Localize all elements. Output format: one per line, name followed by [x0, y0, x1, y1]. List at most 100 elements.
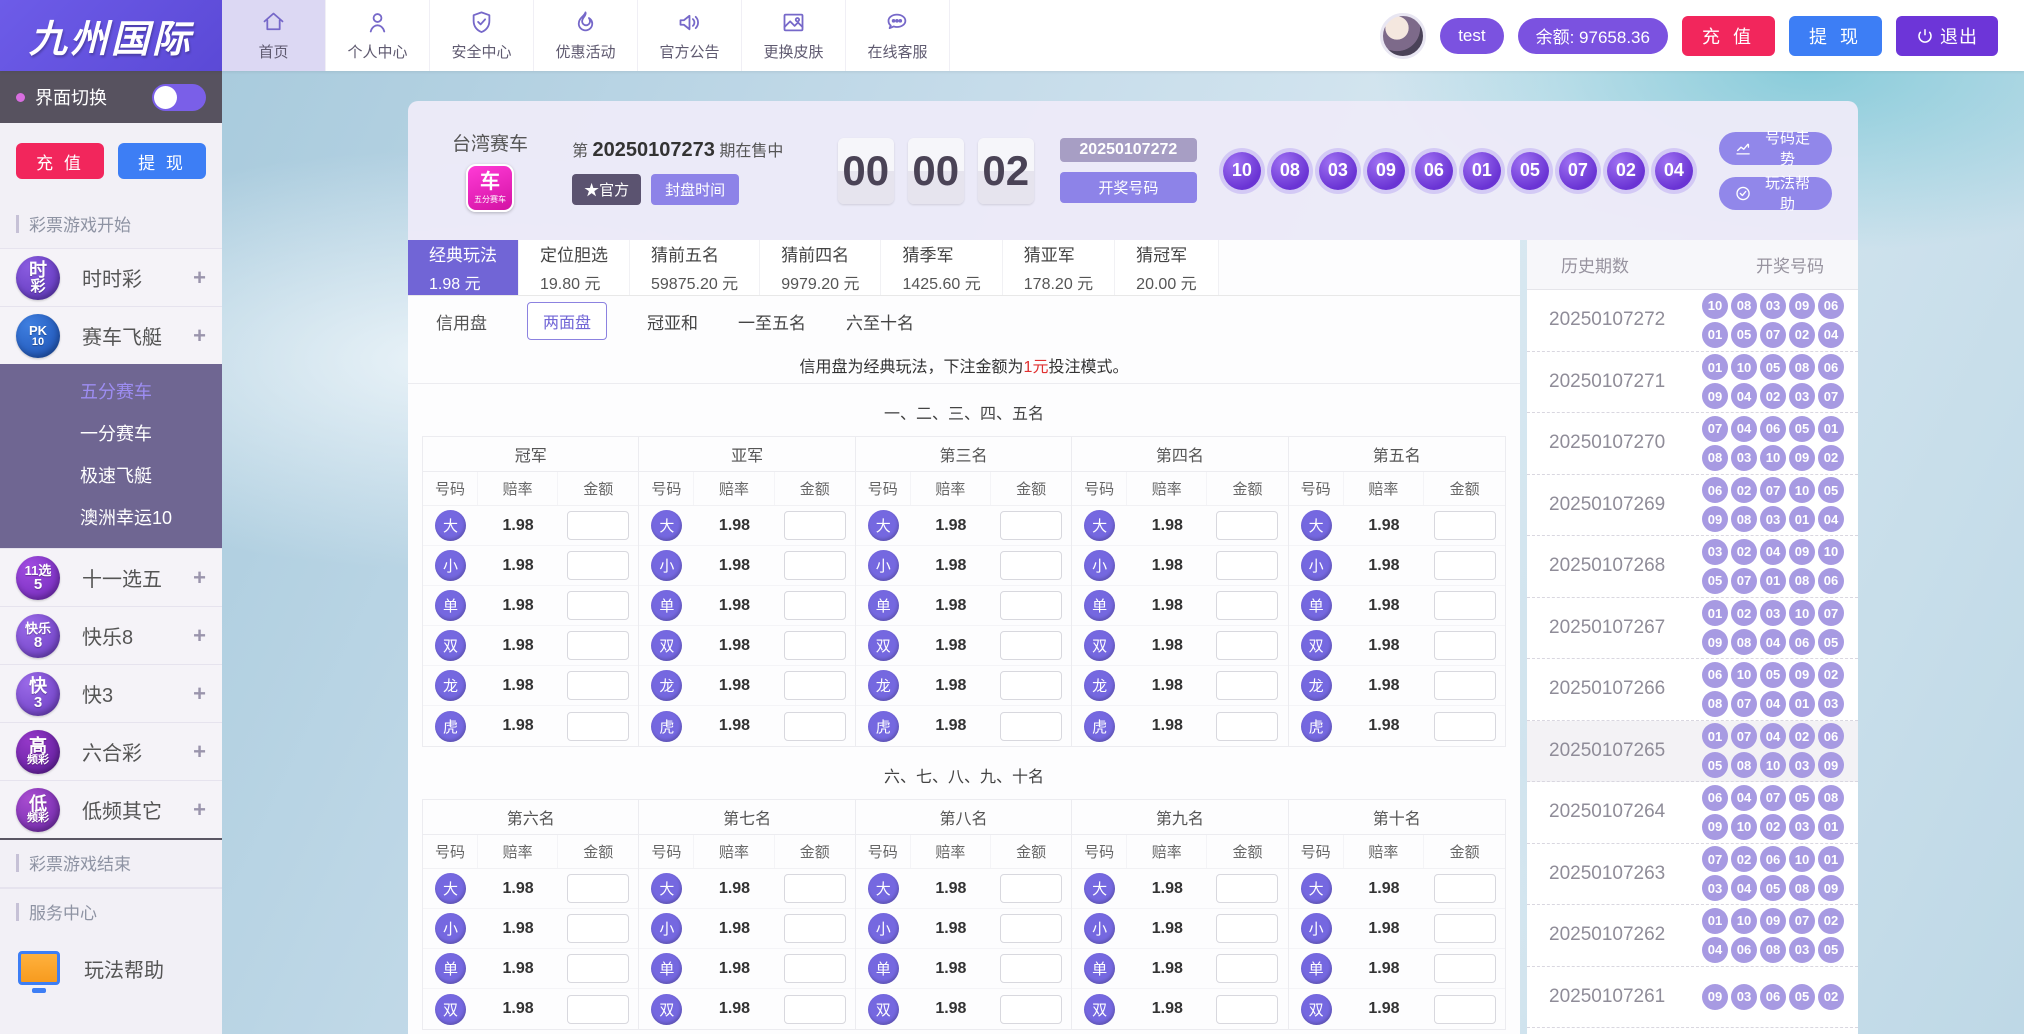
- amount-input[interactable]: [567, 631, 629, 660]
- two-side-tab[interactable]: 两面盘: [527, 302, 607, 340]
- amount-input[interactable]: [1216, 874, 1278, 903]
- bet-chip-双[interactable]: 双: [1084, 994, 1115, 1025]
- amount-input[interactable]: [1216, 591, 1278, 620]
- bet-chip-大[interactable]: 大: [435, 873, 466, 904]
- amount-input[interactable]: [1000, 874, 1062, 903]
- bet-chip-大[interactable]: 大: [1301, 873, 1332, 904]
- bet-chip-双[interactable]: 双: [651, 994, 682, 1025]
- bet-chip-单[interactable]: 单: [868, 953, 899, 984]
- submenu-item-五分赛车[interactable]: 五分赛车: [0, 370, 222, 412]
- nav-item-安全中心[interactable]: 安全中心: [430, 0, 534, 71]
- amount-input[interactable]: [567, 511, 629, 540]
- history-row[interactable]: 2025010726201100907020406080305: [1527, 905, 1858, 967]
- bet-chip-龙[interactable]: 龙: [435, 670, 466, 701]
- amount-input[interactable]: [1216, 954, 1278, 983]
- bet-chip-大[interactable]: 大: [868, 510, 899, 541]
- amount-input[interactable]: [784, 591, 846, 620]
- amount-input[interactable]: [1434, 631, 1496, 660]
- amount-input[interactable]: [1434, 874, 1496, 903]
- history-row[interactable]: 2025010726307020610010304050809: [1527, 844, 1858, 906]
- amount-input[interactable]: [1434, 914, 1496, 943]
- avatar[interactable]: [1380, 13, 1426, 59]
- amount-input[interactable]: [784, 995, 846, 1024]
- official-button[interactable]: ★官方: [572, 174, 641, 205]
- amount-input[interactable]: [1000, 954, 1062, 983]
- nav-item-在线客服[interactable]: 在线客服: [846, 0, 950, 71]
- subtab-一至五名[interactable]: 一至五名: [738, 309, 806, 334]
- bet-chip-小[interactable]: 小: [435, 550, 466, 581]
- amount-input[interactable]: [567, 874, 629, 903]
- amount-input[interactable]: [567, 914, 629, 943]
- amount-input[interactable]: [1216, 914, 1278, 943]
- amount-input[interactable]: [784, 671, 846, 700]
- tab-猜前四名[interactable]: 猜前四名9979.20 元: [760, 240, 881, 295]
- bet-chip-单[interactable]: 单: [651, 590, 682, 621]
- bet-chip-双[interactable]: 双: [1084, 630, 1115, 661]
- expand-plus-icon[interactable]: +: [193, 623, 206, 649]
- amount-input[interactable]: [1000, 712, 1062, 741]
- amount-input[interactable]: [1216, 671, 1278, 700]
- amount-input[interactable]: [567, 671, 629, 700]
- bet-chip-双[interactable]: 双: [868, 994, 899, 1025]
- bet-chip-单[interactable]: 单: [868, 590, 899, 621]
- history-row[interactable]: 2025010726606100509020807040103: [1527, 659, 1858, 721]
- amount-input[interactable]: [1216, 511, 1278, 540]
- tab-猜亚军[interactable]: 猜亚军178.20 元: [1003, 240, 1115, 295]
- bet-chip-虎[interactable]: 虎: [651, 711, 682, 742]
- amount-input[interactable]: [1000, 914, 1062, 943]
- amount-input[interactable]: [784, 874, 846, 903]
- history-row[interactable]: 2025010727007040605010803100902: [1527, 413, 1858, 475]
- history-row[interactable]: 2025010726803020409100507010806: [1527, 536, 1858, 598]
- tab-猜冠军[interactable]: 猜冠军20.00 元: [1115, 240, 1219, 295]
- bet-chip-龙[interactable]: 龙: [651, 670, 682, 701]
- sidebar-item-六合彩[interactable]: 高频彩六合彩+: [0, 722, 222, 780]
- amount-input[interactable]: [1434, 995, 1496, 1024]
- amount-input[interactable]: [1434, 671, 1496, 700]
- amount-input[interactable]: [1000, 591, 1062, 620]
- amount-input[interactable]: [567, 551, 629, 580]
- sidebar-item-快乐8[interactable]: 快乐8快乐8+: [0, 606, 222, 664]
- expand-plus-icon[interactable]: +: [193, 797, 206, 823]
- bet-chip-小[interactable]: 小: [1301, 550, 1332, 581]
- amount-input[interactable]: [567, 954, 629, 983]
- bet-chip-小[interactable]: 小: [868, 550, 899, 581]
- sidebar-item-快3[interactable]: 快3快3+: [0, 664, 222, 722]
- amount-input[interactable]: [567, 591, 629, 620]
- tab-猜季军[interactable]: 猜季军1425.60 元: [881, 240, 1002, 295]
- amount-input[interactable]: [1216, 995, 1278, 1024]
- nav-item-官方公告[interactable]: 官方公告: [638, 0, 742, 71]
- bet-chip-双[interactable]: 双: [435, 630, 466, 661]
- bet-chip-虎[interactable]: 虎: [1301, 711, 1332, 742]
- recharge-button[interactable]: 充 值: [1682, 16, 1775, 56]
- draw-numbers-button[interactable]: 开奖号码: [1060, 172, 1197, 203]
- bet-chip-单[interactable]: 单: [1084, 590, 1115, 621]
- tab-经典玩法[interactable]: 经典玩法1.98 元: [408, 240, 519, 295]
- sidebar-item-赛车飞艇[interactable]: PK10赛车飞艇+: [0, 306, 222, 364]
- sidebar-item-低频其它[interactable]: 低频彩低频其它+: [0, 780, 222, 838]
- history-row[interactable]: 2025010726906020710050908030104: [1527, 475, 1858, 537]
- sidebar-item-时时彩[interactable]: 时彩时时彩+: [0, 248, 222, 306]
- bet-chip-单[interactable]: 单: [435, 590, 466, 621]
- submenu-item-一分赛车[interactable]: 一分赛车: [0, 412, 222, 454]
- submenu-item-极速飞艇[interactable]: 极速飞艇: [0, 454, 222, 496]
- bet-chip-单[interactable]: 单: [435, 953, 466, 984]
- trend-button[interactable]: 号码走势: [1719, 132, 1832, 165]
- amount-input[interactable]: [1434, 591, 1496, 620]
- bet-chip-小[interactable]: 小: [435, 913, 466, 944]
- bet-chip-虎[interactable]: 虎: [435, 711, 466, 742]
- bet-chip-双[interactable]: 双: [435, 994, 466, 1025]
- bet-chip-小[interactable]: 小: [651, 913, 682, 944]
- game-logo-icon[interactable]: 车 五分赛车: [466, 164, 514, 212]
- sidebar-item-十一选五[interactable]: 11选5十一选五+: [0, 548, 222, 606]
- bet-chip-大[interactable]: 大: [1084, 873, 1115, 904]
- bet-chip-小[interactable]: 小: [651, 550, 682, 581]
- bet-chip-虎[interactable]: 虎: [868, 711, 899, 742]
- bet-chip-小[interactable]: 小: [1301, 913, 1332, 944]
- bet-chip-双[interactable]: 双: [1301, 994, 1332, 1025]
- amount-input[interactable]: [784, 631, 846, 660]
- submenu-item-澳洲幸运10[interactable]: 澳洲幸运10: [0, 496, 222, 538]
- expand-plus-icon[interactable]: +: [193, 565, 206, 591]
- nav-item-更换皮肤[interactable]: 更换皮肤: [742, 0, 846, 71]
- nav-item-首页[interactable]: 首页: [222, 0, 326, 71]
- bet-chip-大[interactable]: 大: [868, 873, 899, 904]
